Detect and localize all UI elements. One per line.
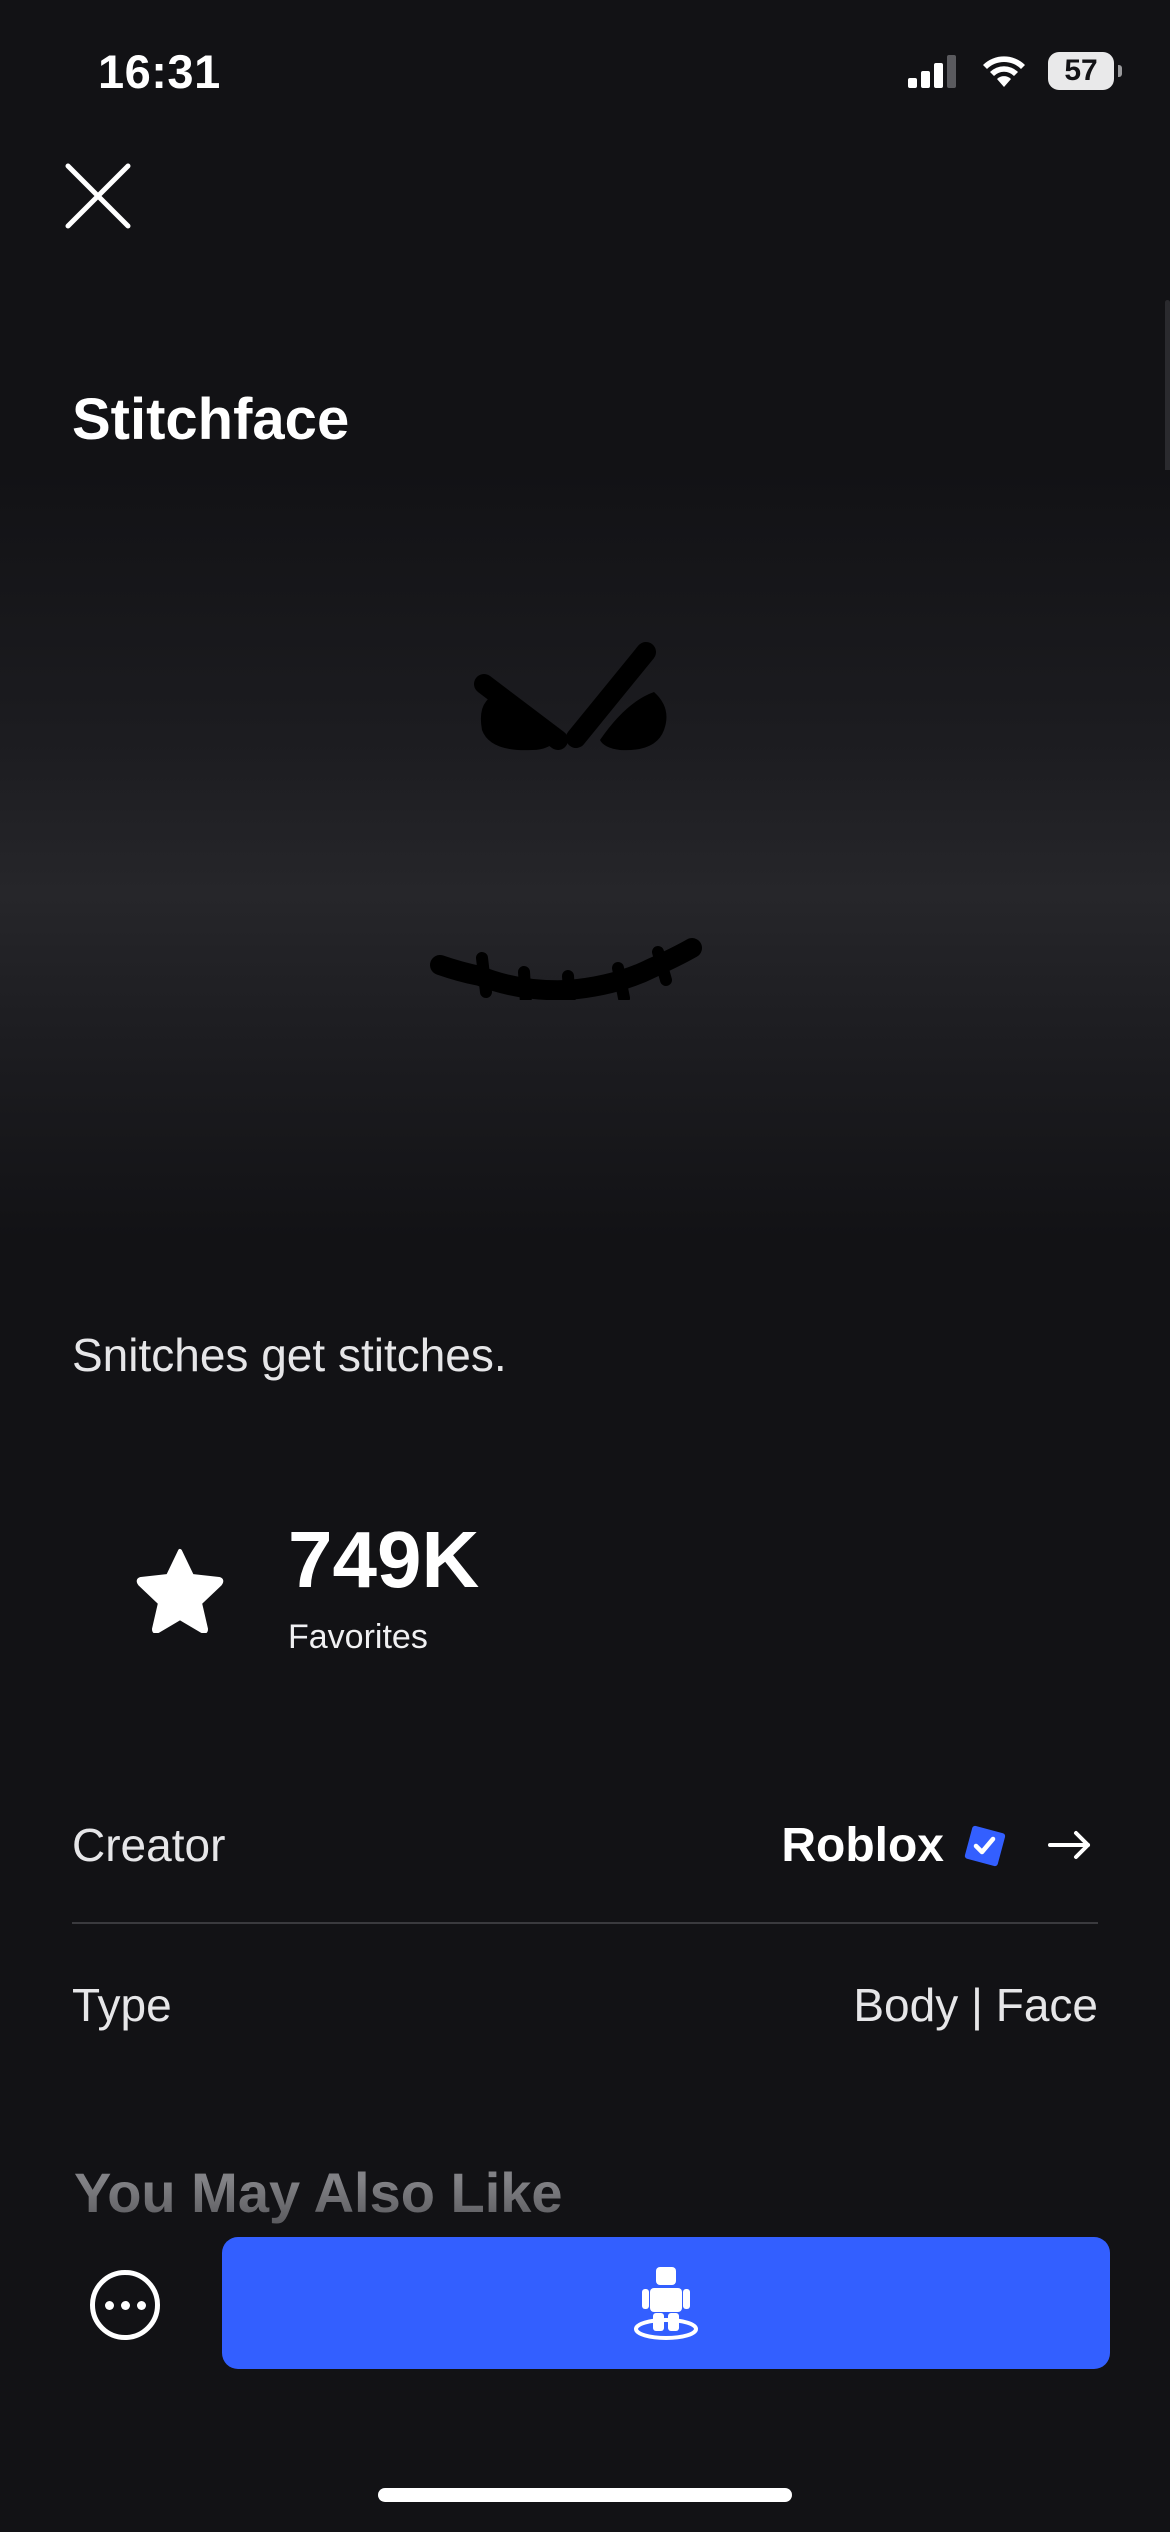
creator-row: Creator Roblox [72, 1810, 1098, 1880]
wifi-icon [983, 56, 1025, 87]
type-value: Body | Face [853, 1979, 1098, 2031]
close-button[interactable] [60, 158, 136, 234]
item-description: Snitches get stitches. [72, 1329, 507, 1381]
more-options-button[interactable] [90, 2270, 160, 2340]
arrow-right-icon [1048, 1831, 1090, 1859]
more-options-dot [120, 2300, 130, 2310]
status-bar: 16:31 57 [0, 0, 1170, 150]
avatar-try-on-icon [634, 2267, 698, 2340]
try-on-button[interactable] [222, 2237, 1110, 2369]
details-divider [72, 1922, 1098, 1924]
verified-badge-icon [964, 1825, 1006, 1867]
close-icon [65, 163, 131, 229]
signal-icon [908, 55, 956, 88]
creator-label: Creator [72, 1819, 226, 1871]
favorites-stat[interactable]: 749K Favorites [130, 1520, 479, 1657]
item-preview[interactable] [0, 470, 1170, 1240]
more-options-dot [136, 2300, 146, 2310]
creator-name: Roblox [781, 1818, 944, 1872]
star-icon [130, 1539, 230, 1639]
item-title: Stitchface [72, 387, 350, 452]
status-icons: 57 [908, 52, 1122, 90]
battery-level: 57 [1064, 54, 1098, 87]
type-row: Type Body | Face [72, 1970, 1098, 2040]
creator-link[interactable]: Roblox [781, 1818, 1098, 1873]
favorites-label: Favorites [288, 1618, 428, 1656]
home-indicator [378, 2488, 792, 2502]
more-options-icon [104, 2300, 114, 2310]
status-time: 16:31 [98, 45, 221, 98]
item-details-page: 16:31 57 Stitchface Snitches get stitche… [0, 0, 1170, 2532]
battery-icon: 57 [1048, 52, 1122, 90]
face-preview-image [430, 642, 702, 1000]
favorites-count: 749K [288, 1515, 480, 1604]
favorites-text: 749K Favorites [288, 1520, 479, 1657]
type-label: Type [72, 1979, 172, 2031]
